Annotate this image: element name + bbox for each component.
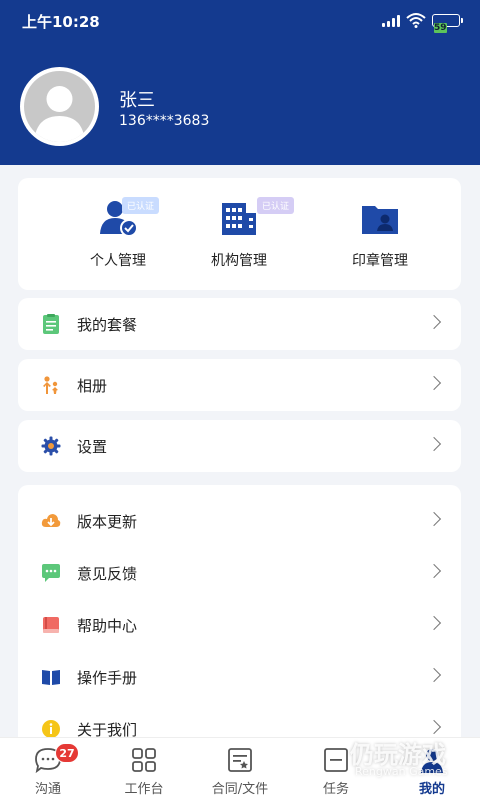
chevron-right-icon [426,511,442,527]
user-phone: 136****3683 [119,113,210,129]
menu-item-my-package[interactable]: 我的套餐 [18,298,461,350]
quick-action-label: 机构管理 [211,253,267,269]
watermark: 仍玩游戏 Rengwan Games [300,735,470,783]
chevron-right-icon [426,719,442,735]
verified-badge: 已认证 [122,197,160,214]
chevron-right-icon [426,436,442,452]
menu-item-feedback[interactable]: 意见反馈 [18,547,461,599]
menu-card-package: 我的套餐 [18,298,461,350]
cloud-download-icon [41,514,61,527]
menu-card-album: 相册 [18,359,461,411]
menu-item-label: 相册 [77,377,108,395]
chat-feedback-icon [42,564,60,582]
wifi-icon [406,13,426,28]
menu-item-user-manual[interactable]: 操作手册 [18,651,461,703]
chevron-right-icon [426,314,442,330]
avatar[interactable] [20,67,99,146]
open-book-icon [42,670,60,685]
menu-item-version-update[interactable]: 版本更新 [18,495,461,547]
chevron-right-icon [426,667,442,683]
verified-badge: 已认证 [257,197,295,214]
menu-item-album[interactable]: 相册 [18,359,461,411]
menu-item-label: 操作手册 [77,669,138,687]
nav-label: 合同/文件 [211,782,269,797]
menu-item-label: 我的套餐 [77,316,138,334]
quick-actions-card: 个人管理 已认证 机构管理 已认证 印章管理 [18,178,461,290]
info-icon [42,720,60,738]
profile-header: 上午10:28 59 张三 136****3683 [0,0,480,165]
chevron-right-icon [426,375,442,391]
default-avatar-icon [34,86,85,142]
chevron-right-icon [426,615,442,631]
menu-item-label: 版本更新 [77,513,138,531]
battery-level: 59 [434,23,447,33]
nav-label: 工作台 [124,782,164,797]
status-time: 上午10:28 [22,13,100,31]
user-name: 张三 [119,90,155,111]
contract-doc-icon [228,748,252,772]
watermark-sub: Rengwan Games [355,765,448,778]
nav-tab-workbench[interactable]: 工作台 [96,738,192,800]
quick-action-label: 个人管理 [90,253,146,269]
menu-item-label: 帮助中心 [77,617,138,635]
quick-action-label: 印章管理 [352,253,408,269]
seal-folder-icon [362,206,398,234]
nav-tab-chat[interactable]: 27 沟通 [0,738,96,800]
menu-item-label: 意见反馈 [77,565,138,583]
status-bar: 上午10:28 59 [0,0,480,40]
package-list-icon [43,314,59,334]
gear-icon [41,436,61,456]
menu-item-label: 设置 [77,438,108,456]
nav-tab-contracts[interactable]: 合同/文件 [192,738,288,800]
menu-item-help-center[interactable]: 帮助中心 [18,599,461,651]
album-people-icon [43,376,58,394]
menu-card-support: 版本更新 意见反馈 帮助中心 操作手册 关于我们 [18,485,461,747]
menu-card-settings: 设置 [18,420,461,472]
battery-icon: 59 [432,14,463,33]
seal-management[interactable]: 印章管理 [320,198,440,270]
chevron-right-icon [426,563,442,579]
nav-label: 沟通 [34,782,61,797]
unread-badge: 27 [55,743,79,763]
menu-item-settings[interactable]: 设置 [18,420,461,472]
book-help-icon [43,617,59,633]
building-icon [222,203,256,235]
personal-management[interactable]: 个人管理 [58,198,178,270]
signal-icon [382,15,402,27]
grid-icon [132,748,156,772]
